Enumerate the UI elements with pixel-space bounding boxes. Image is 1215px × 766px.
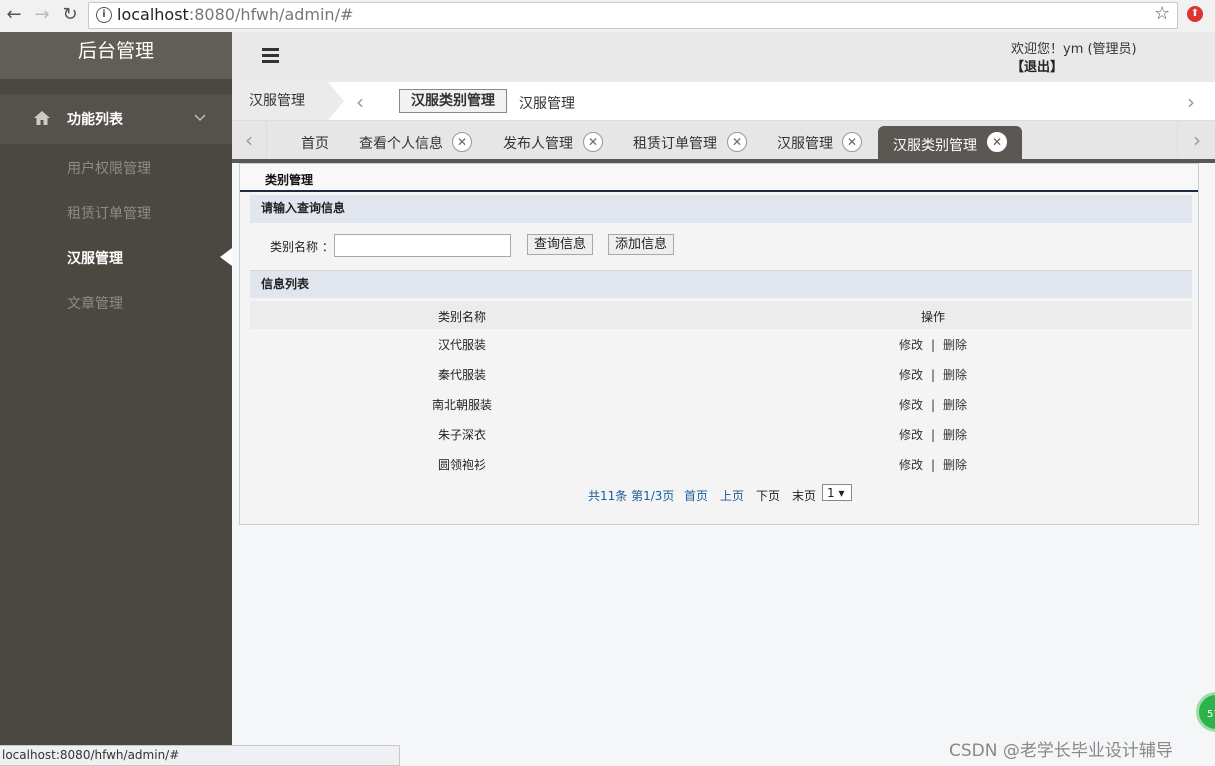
column-header-name: 类别名称 — [437, 310, 486, 324]
sidebar-title: 后台管理 — [0, 32, 232, 79]
address-bar[interactable]: i localhost:8080/hfwh/admin/# — [88, 2, 1178, 29]
tab-publisher[interactable]: 发布人管理 — [503, 133, 573, 153]
close-icon[interactable]: ✕ — [987, 132, 1007, 152]
breadcrumb-root[interactable]: 汉服管理 — [232, 82, 344, 120]
sidebar: 后台管理 功能列表 用户权限管理 租赁订单管理 汉服管理 文章管理 — [0, 32, 232, 766]
separator: | — [930, 428, 936, 442]
delete-link[interactable]: 删除 — [943, 428, 967, 442]
welcome-text: 欢迎您！ym (管理员) — [1011, 42, 1137, 57]
row-actions: 修改 | 删除 — [674, 366, 1192, 383]
close-icon[interactable]: ✕ — [842, 132, 862, 152]
bookmark-star-icon[interactable]: ☆ — [1154, 3, 1170, 24]
table-header: 类别名称 操作 — [250, 301, 1192, 329]
tab-scroll-left-icon[interactable]: ‹ — [232, 121, 267, 159]
separator: | — [930, 368, 936, 382]
url-path: :8080/hfwh/admin/# — [188, 5, 354, 24]
category-panel: 类别管理 请输入查询信息 类别名称 ： 查询信息 添加信息 信息列表 类别名称 … — [239, 163, 1199, 525]
delete-link[interactable]: 删除 — [943, 398, 967, 412]
close-icon[interactable]: ✕ — [583, 132, 603, 152]
separator: | — [930, 458, 936, 472]
back-icon[interactable]: ← — [3, 4, 25, 26]
pager-last[interactable]: 末页 — [792, 487, 816, 504]
pager-first-link[interactable]: 首页 — [684, 489, 708, 503]
floating-badge[interactable]: 57 — [1196, 692, 1215, 732]
row-name: 汉代服装 — [437, 338, 486, 352]
menu-head-label: 功能列表 — [67, 112, 123, 128]
row-name: 朱子深衣 — [437, 428, 486, 442]
table-row: 秦代服装 修改 | 删除 — [250, 366, 1192, 396]
breadcrumb: 汉服管理 ‹ 汉服类别管理 汉服管理 › — [232, 82, 1215, 121]
top-header: 欢迎您！ym (管理员) 【退出】 — [232, 32, 1215, 82]
browser-toolbar: ← → ↻ i localhost:8080/hfwh/admin/# ☆ ⬆ — [0, 0, 1215, 33]
pager-summary: 共11条 第1/3页 — [588, 487, 674, 504]
row-name: 秦代服装 — [437, 368, 486, 382]
tab-scroll-right-icon[interactable]: › — [1177, 121, 1215, 159]
list-section-title: 信息列表 — [250, 270, 1192, 298]
tab-home[interactable]: 首页 — [301, 133, 329, 153]
query-button[interactable]: 查询信息 — [527, 234, 594, 255]
category-name-label: 类别名称 ： — [270, 240, 334, 254]
breadcrumb-next[interactable]: 汉服管理 — [519, 93, 575, 113]
edit-link[interactable]: 修改 — [899, 368, 923, 382]
tab-label: 汉服类别管理 — [893, 138, 977, 154]
pager-summary-text: 共11条 第1/3页 — [588, 489, 675, 503]
edit-link[interactable]: 修改 — [899, 458, 923, 472]
row-name: 南北朝服装 — [431, 398, 492, 412]
pager-prev-link[interactable]: 上页 — [720, 489, 744, 503]
watermark: CSDN @老学长毕业设计辅导 — [949, 741, 1173, 761]
category-name-input[interactable] — [334, 234, 511, 257]
row-actions: 修改 | 删除 — [674, 396, 1192, 413]
row-actions: 修改 | 删除 — [674, 456, 1192, 473]
url-text: localhost:8080/hfwh/admin/# — [117, 5, 353, 24]
delete-link[interactable]: 删除 — [943, 458, 967, 472]
breadcrumb-next-icon[interactable]: › — [1187, 90, 1195, 114]
status-url: localhost:8080/hfwh/admin/# — [0, 745, 400, 766]
add-button[interactable]: 添加信息 — [608, 234, 675, 255]
extension-icon[interactable]: ⬆ — [1187, 6, 1203, 22]
sidebar-item-rental-orders[interactable]: 租赁订单管理 — [67, 203, 151, 223]
panel-title: 类别管理 — [240, 164, 1198, 192]
page-select[interactable]: 1 ▾ — [822, 484, 852, 501]
column-header-actions: 操作 — [920, 310, 945, 324]
sidebar-item-hanfu-management[interactable]: 汉服管理 — [67, 248, 123, 268]
close-icon[interactable]: ✕ — [452, 132, 472, 152]
breadcrumb-active[interactable]: 汉服类别管理 — [399, 89, 507, 113]
delete-link[interactable]: 删除 — [943, 338, 967, 352]
active-item-pointer — [220, 248, 232, 266]
table-row: 南北朝服装 修改 | 删除 — [250, 396, 1192, 426]
reload-icon[interactable]: ↻ — [59, 4, 81, 26]
edit-link[interactable]: 修改 — [899, 398, 923, 412]
pager-first[interactable]: 首页 — [684, 487, 708, 504]
logout-link[interactable]: 【退出】 — [1011, 56, 1063, 75]
delete-link[interactable]: 删除 — [943, 368, 967, 382]
info-icon[interactable]: i — [96, 7, 112, 23]
url-host: localhost — [117, 5, 189, 24]
edit-link[interactable]: 修改 — [899, 428, 923, 442]
sidebar-item-user-permission[interactable]: 用户权限管理 — [67, 158, 151, 178]
tab-bar: ‹ 首页 查看个人信息 ✕ 发布人管理 ✕ 租赁订单管理 ✕ 汉服管理 ✕ 汉服… — [232, 121, 1215, 163]
pager-prev[interactable]: 上页 — [720, 487, 744, 504]
chevron-down-icon — [194, 114, 206, 122]
breadcrumb-prev-icon[interactable]: ‹ — [356, 90, 364, 114]
tab-hanfu[interactable]: 汉服管理 — [777, 133, 833, 153]
table-row: 圆领袍衫 修改 | 删除 — [250, 456, 1192, 486]
sidebar-item-articles[interactable]: 文章管理 — [67, 293, 123, 313]
pager-next[interactable]: 下页 — [756, 487, 780, 504]
row-name: 圆领袍衫 — [437, 458, 486, 472]
tab-rental-orders[interactable]: 租赁订单管理 — [633, 133, 717, 153]
table-row: 朱子深衣 修改 | 删除 — [250, 426, 1192, 456]
query-section-title: 请输入查询信息 — [250, 195, 1192, 223]
edit-link[interactable]: 修改 — [899, 338, 923, 352]
home-icon — [34, 111, 50, 125]
separator: | — [930, 338, 936, 352]
row-actions: 修改 | 删除 — [674, 336, 1192, 353]
menu-head-function-list[interactable]: 功能列表 — [0, 94, 232, 144]
close-icon[interactable]: ✕ — [727, 132, 747, 152]
row-actions: 修改 | 删除 — [674, 426, 1192, 443]
hamburger-menu-icon[interactable] — [262, 48, 279, 63]
separator: | — [930, 398, 936, 412]
table-row: 汉代服装 修改 | 删除 — [250, 336, 1192, 366]
forward-icon[interactable]: → — [31, 4, 53, 26]
tab-personal-info[interactable]: 查看个人信息 — [359, 133, 443, 153]
